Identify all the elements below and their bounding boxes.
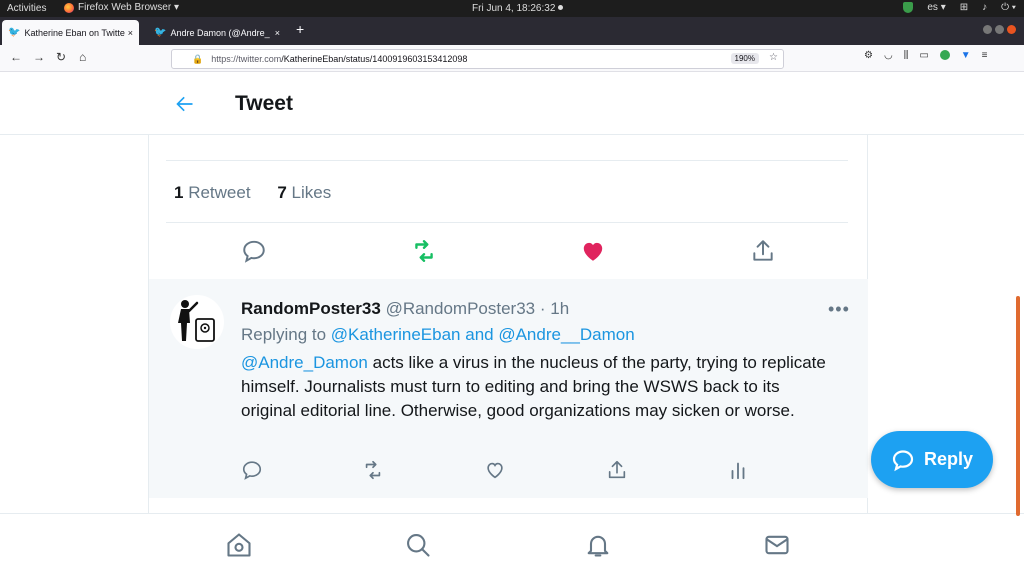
home-icon[interactable]: ⌂ — [79, 50, 86, 64]
page-title: Tweet — [235, 92, 293, 115]
firefox-icon — [64, 2, 74, 13]
notifications-bell-icon[interactable] — [584, 531, 612, 559]
replying-prefix: Replying to — [241, 325, 331, 344]
replying-to: Replying to @KatherineEban and @Andre__D… — [241, 325, 635, 345]
minimize-icon[interactable] — [983, 25, 992, 34]
os-top-bar: Activities Firefox Web Browser ▾ Fri Jun… — [0, 0, 1024, 17]
shield-icon[interactable] — [903, 2, 914, 13]
url-host: https://twitter.com — [211, 54, 282, 64]
tweet-header: Tweet — [0, 72, 1024, 135]
twitter-bird-icon: 🐦 — [8, 27, 21, 38]
app-menu-label: Firefox Web Browser ▾ — [78, 2, 179, 13]
close-tab-icon[interactable]: × — [128, 28, 133, 38]
ublock-icon[interactable]: ▼ — [961, 50, 971, 61]
extension-icon[interactable]: ⚙ — [864, 50, 873, 61]
back-arrow-icon[interactable] — [174, 94, 196, 114]
menu-icon[interactable]: ≡ — [982, 50, 988, 61]
reply-fab-button[interactable]: Reply — [871, 431, 993, 488]
close-window-icon[interactable] — [1007, 25, 1016, 34]
bottom-nav — [0, 513, 1024, 576]
mention-link[interactable]: @Andre_Damon — [241, 353, 368, 372]
display-name[interactable]: RandomPoster33 — [241, 299, 381, 318]
notification-dot-icon — [558, 5, 564, 10]
search-icon[interactable] — [404, 531, 432, 559]
forward-icon[interactable]: → — [33, 50, 45, 64]
retweet-icon[interactable] — [362, 459, 384, 481]
avatar[interactable] — [170, 295, 224, 349]
reply-icon[interactable] — [241, 238, 267, 264]
user-handle[interactable]: @RandomPoster33 — [386, 299, 536, 318]
reply-text: @Andre_Damon acts like a virus in the nu… — [241, 351, 831, 423]
sidebar-icon[interactable]: ▭ — [919, 50, 928, 61]
more-options-icon[interactable]: ••• — [828, 299, 850, 320]
close-tab-icon[interactable]: × — [275, 28, 280, 38]
tab-label: Katherine Eban on Twitte — [24, 27, 125, 38]
home-icon[interactable] — [225, 531, 253, 559]
reload-icon[interactable]: ↻ — [56, 50, 66, 64]
pocket-icon[interactable]: ◡ — [884, 50, 893, 61]
reply-fab-label: Reply — [924, 449, 974, 469]
messages-envelope-icon[interactable] — [763, 531, 791, 559]
share-icon[interactable] — [606, 459, 628, 481]
tab-andre-damon[interactable]: 🐦 Andre Damon (@Andre_ × — [148, 20, 286, 45]
divider — [166, 160, 848, 161]
divider — [166, 222, 848, 223]
reply-author[interactable]: RandomPoster33 @RandomPoster33 · 1h — [241, 299, 569, 319]
analytics-icon[interactable] — [727, 459, 749, 481]
avatar-image — [178, 300, 215, 342]
app-menu[interactable]: Firefox Web Browser ▾ — [64, 2, 179, 13]
likes-label: Likes — [291, 183, 332, 202]
tab-label: Andre Damon (@Andre_ — [170, 27, 270, 38]
likes-stat[interactable]: 7 Likes — [277, 183, 331, 202]
twitter-page: Tweet 1 Retweet 7 Likes RandomPoster33 @… — [0, 72, 1024, 576]
retweets-stat[interactable]: 1 Retweet — [174, 183, 251, 202]
retweets-count: 1 — [174, 183, 184, 202]
power-icon[interactable]: ⏻ ▾ — [1001, 2, 1016, 13]
page-scrollbar[interactable] — [1016, 296, 1020, 516]
system-tray[interactable]: es ▾ ⊞ ♪ ⏻ ▾ — [903, 2, 1016, 13]
reply-tweet[interactable]: RandomPoster33 @RandomPoster33 · 1h ••• … — [149, 279, 868, 498]
retweet-icon[interactable] — [411, 238, 437, 264]
window-controls — [983, 25, 1016, 34]
tweet-stats: 1 Retweet 7 Likes — [174, 183, 331, 203]
share-icon[interactable] — [750, 238, 776, 264]
replying-to-links[interactable]: @KatherineEban and @Andre__Damon — [331, 325, 635, 344]
clock[interactable]: Fri Jun 4, 18:26:32 — [472, 3, 564, 14]
clock-label: Fri Jun 4, 18:26:32 — [472, 3, 556, 14]
separator: · — [535, 299, 551, 318]
reply-icon[interactable] — [241, 459, 263, 481]
new-tab-button[interactable]: + — [296, 21, 304, 37]
lock-icon[interactable]: 🔒 — [192, 54, 203, 65]
grammarly-icon[interactable] — [939, 50, 950, 60]
timestamp[interactable]: 1h — [550, 299, 569, 318]
language-selector[interactable]: es ▾ — [927, 2, 945, 13]
toolbar-icons: ⚙ ◡ ⫼ ▭ ▼ ≡ — [864, 50, 988, 61]
maximize-icon[interactable] — [995, 25, 1004, 34]
activities-button[interactable]: Activities — [7, 3, 46, 14]
url-path: /KatherineEban/status/140091960315341209… — [281, 54, 468, 64]
tab-katherine-eban[interactable]: 🐦 Katherine Eban on Twitte × — [2, 20, 139, 45]
speech-bubble-icon — [892, 449, 914, 471]
volume-icon[interactable]: ♪ — [982, 2, 987, 13]
retweets-label: Retweet — [188, 183, 251, 202]
twitter-bird-icon: 🐦 — [154, 27, 167, 38]
bookmark-star-icon[interactable]: ☆ — [769, 52, 778, 63]
like-heart-icon[interactable] — [580, 238, 606, 264]
like-icon[interactable] — [484, 459, 506, 481]
tab-strip: 🐦 Katherine Eban on Twitte × 🐦 Andre Dam… — [0, 17, 1024, 45]
network-icon[interactable]: ⊞ — [960, 2, 968, 13]
likes-count: 7 — [277, 183, 287, 202]
library-icon[interactable]: ⫼ — [904, 50, 909, 61]
zoom-level[interactable]: 190% — [730, 53, 759, 64]
back-icon[interactable]: ← — [10, 50, 22, 64]
nav-toolbar: ← → ↻ ⌂ 🔒 https://twitter.com/KatherineE… — [0, 45, 1024, 72]
url-bar[interactable]: 🔒 https://twitter.com/KatherineEban/stat… — [171, 49, 784, 69]
